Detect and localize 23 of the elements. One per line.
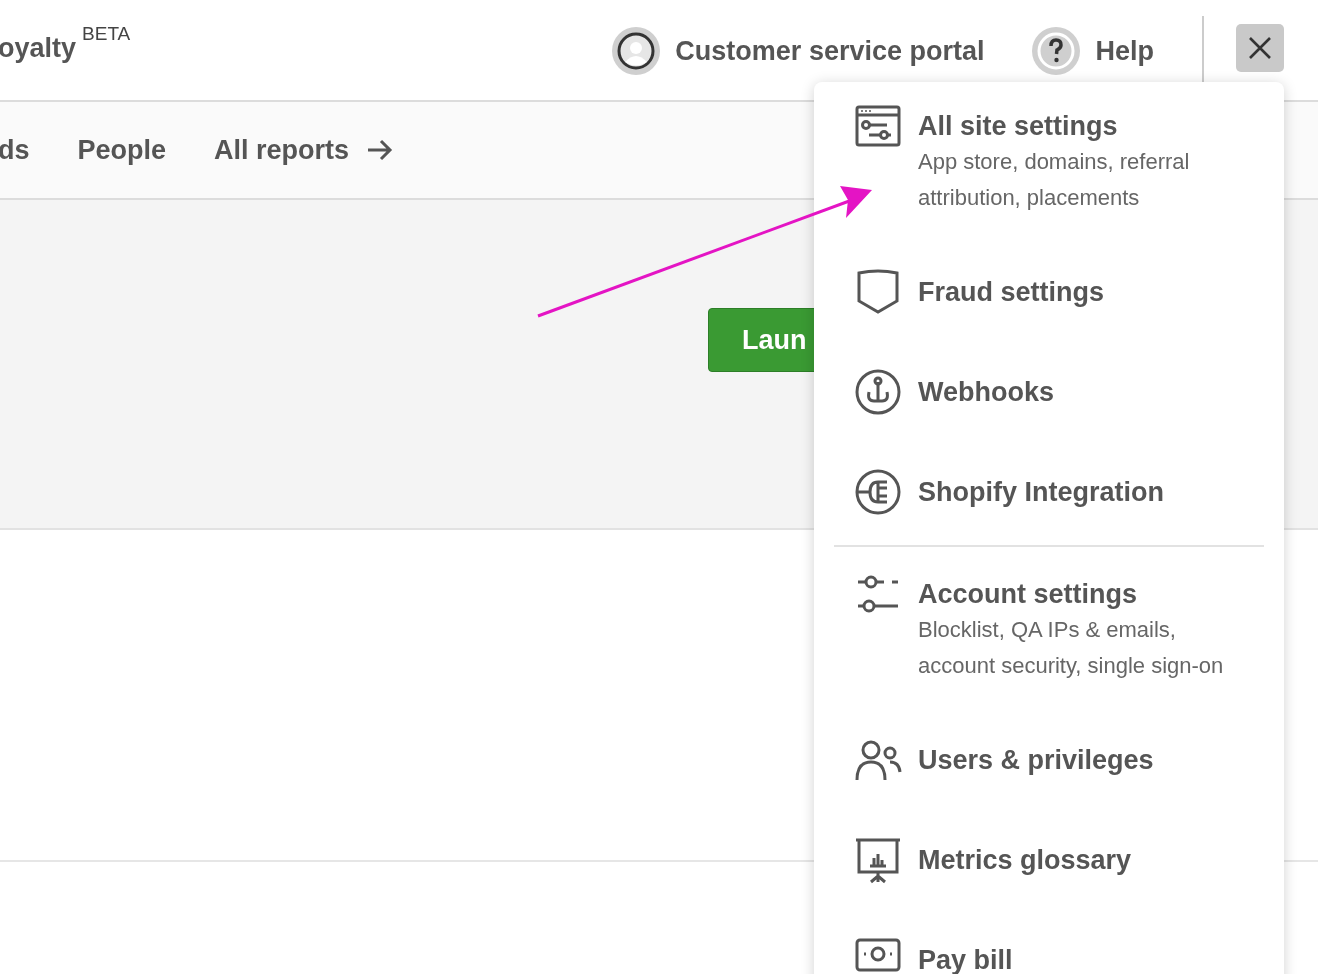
menu-item-title[interactable]: Pay bill [918,942,1013,974]
header-link[interactable]: Help [1095,35,1154,67]
menu-item-title[interactable]: Fraud settings [918,274,1105,310]
header-link[interactable]: Customer service portal [675,35,985,67]
chart-icon [854,836,902,884]
nav-link[interactable]: All reports [214,134,394,166]
nav-link[interactable]: People [77,134,167,166]
menu-item-title[interactable]: Webhooks [918,374,1054,410]
help-icon [1032,27,1081,75]
bill-icon [854,936,902,974]
arrow-right-icon [367,139,394,161]
menu-item-title[interactable]: Shopify Integration [918,474,1164,510]
avatar-icon [612,27,661,75]
close-button[interactable] [1236,24,1284,72]
beta-label: BETA [82,22,131,45]
menu-item-description: App store, domains, referral attribution, placements [918,148,1191,212]
close-icon [1248,36,1272,60]
menu-item-description: Blocklist, QA IPs & emails, account security, single sign-on [918,616,1225,680]
menu-item-title[interactable]: Users & privileges [918,742,1154,778]
menu-item-title[interactable]: Account settings [918,576,1238,612]
menu-item-title[interactable]: All site settings [918,108,1238,144]
plug-icon [854,468,902,516]
menu-item-title[interactable]: Metrics glossary [918,842,1132,878]
